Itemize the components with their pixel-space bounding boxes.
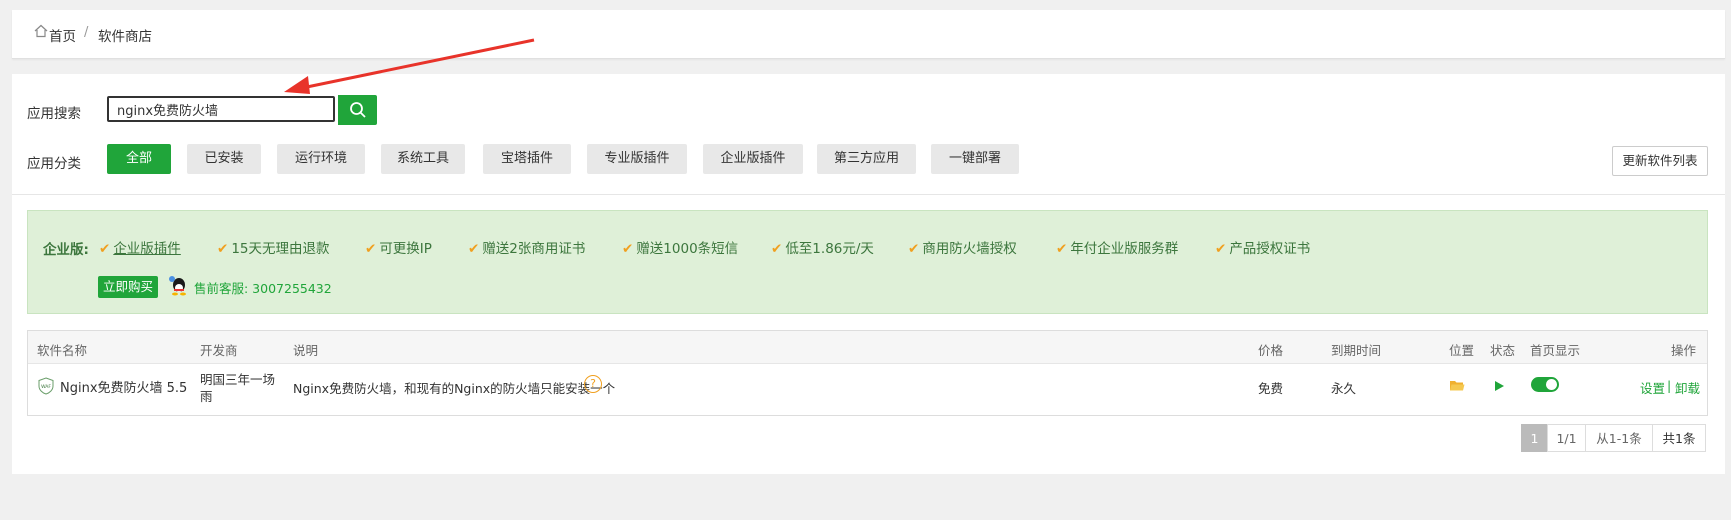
check-icon: ✔ (622, 241, 634, 257)
promo-feature: ✔ 企业版插件 (99, 241, 181, 257)
software-table: 软件名称 开发商 说明 价格 到期时间 位置 状态 首页显示 操作 WAF Ng… (27, 330, 1708, 416)
check-icon: ✔ (365, 241, 377, 257)
page-count: 1/1 (1547, 424, 1586, 452)
breadcrumb-current: 软件商店 (98, 29, 152, 45)
promo-lead: 企业版: (43, 242, 89, 258)
breadcrumb-home[interactable]: 首页 (49, 25, 76, 45)
col-homepage: 首页显示 (1530, 343, 1581, 358)
promo-feature: ✔ 年付企业版服务群 (1056, 241, 1179, 257)
folder-icon[interactable] (1449, 379, 1465, 392)
col-price: 价格 (1258, 343, 1284, 358)
sales-contact: 售前客服: 3007255432 (194, 281, 332, 296)
software-expiry: 永久 (1331, 381, 1357, 396)
col-name: 软件名称 (37, 343, 88, 358)
col-developer: 开发商 (200, 343, 238, 358)
enterprise-promo: 企业版: ✔ 企业版插件 ✔ 15天无理由退款 ✔ 可更换IP ✔ 赠送2张商用证书 ✔… (27, 210, 1708, 314)
col-description: 说明 (293, 343, 319, 358)
check-icon: ✔ (1056, 241, 1068, 257)
promo-feature: ✔ 可更换IP (365, 241, 432, 257)
col-actions: 操作 (1671, 343, 1697, 358)
category-bt-plugins[interactable]: 宝塔插件 (483, 144, 571, 174)
category-system-tools[interactable]: 系统工具 (381, 144, 465, 174)
category-enterprise-plugins[interactable]: 企业版插件 (703, 144, 803, 174)
check-icon: ✔ (908, 241, 920, 257)
check-icon: ✔ (99, 241, 111, 257)
category-all[interactable]: 全部 (107, 144, 171, 174)
section-divider (12, 194, 1725, 195)
software-description: Nginx免费防火墙，和现有的Nginx的防火墙只能安装一个 (293, 381, 616, 396)
waf-shield-icon: WAF (38, 377, 54, 395)
category-pro-plugins[interactable]: 专业版插件 (587, 144, 687, 174)
category-runtime[interactable]: 运行环境 (277, 144, 365, 174)
software-price: 免费 (1258, 381, 1284, 396)
check-icon: ✔ (771, 241, 783, 257)
page-range: 从1-1条 (1585, 424, 1653, 452)
col-status: 状态 (1490, 343, 1516, 358)
home-icon[interactable] (34, 24, 48, 38)
check-icon: ✔ (217, 241, 229, 257)
promo-feature: ✔ 商用防火墙授权 (908, 241, 1017, 257)
promo-feature: ✔ 15天无理由退款 (217, 241, 330, 257)
col-location: 位置 (1449, 343, 1475, 358)
breadcrumb-separator: / (84, 25, 89, 40)
search-button[interactable] (338, 95, 377, 125)
qq-icon[interactable] (168, 275, 190, 297)
action-separator: | (1667, 378, 1672, 393)
category-installed[interactable]: 已安装 (187, 144, 261, 174)
search-input[interactable] (107, 96, 335, 122)
homepage-toggle[interactable] (1531, 377, 1559, 392)
developer-line2: 雨 (200, 389, 213, 404)
help-icon[interactable]: ? (584, 375, 602, 393)
annotation-arrow (284, 38, 535, 94)
promo-feature: ✔ 赠送1000条短信 (622, 241, 739, 257)
software-name: Nginx免费防火墙 5.5 (60, 381, 188, 396)
category-third-party[interactable]: 第三方应用 (817, 144, 916, 174)
refresh-list-button[interactable]: 更新软件列表 (1612, 146, 1708, 176)
page-current[interactable]: 1 (1521, 424, 1548, 452)
settings-link[interactable]: 设置 (1640, 378, 1665, 397)
play-icon[interactable] (1493, 380, 1505, 392)
category-one-click-deploy[interactable]: 一键部署 (931, 144, 1019, 174)
col-expiry: 到期时间 (1331, 343, 1382, 358)
check-icon: ✔ (468, 241, 480, 257)
buy-now-button[interactable]: 立即购买 (98, 276, 158, 298)
svg-text:WAF: WAF (41, 384, 51, 390)
promo-feature: ✔ 赠送2张商用证书 (468, 241, 586, 257)
category-label: 应用分类 (27, 156, 81, 172)
check-icon: ✔ (1215, 241, 1227, 257)
breadcrumb-bar: 首页 / 软件商店 (12, 10, 1725, 59)
promo-feature: ✔ 低至1.86元/天 (771, 241, 874, 257)
search-icon (349, 102, 366, 118)
search-label: 应用搜索 (27, 106, 81, 122)
table-header: 软件名称 开发商 说明 价格 到期时间 位置 状态 首页显示 操作 (28, 331, 1707, 364)
page-total: 共1条 (1652, 424, 1706, 452)
promo-feature: ✔ 产品授权证书 (1215, 241, 1311, 257)
uninstall-link[interactable]: 卸载 (1675, 378, 1700, 397)
